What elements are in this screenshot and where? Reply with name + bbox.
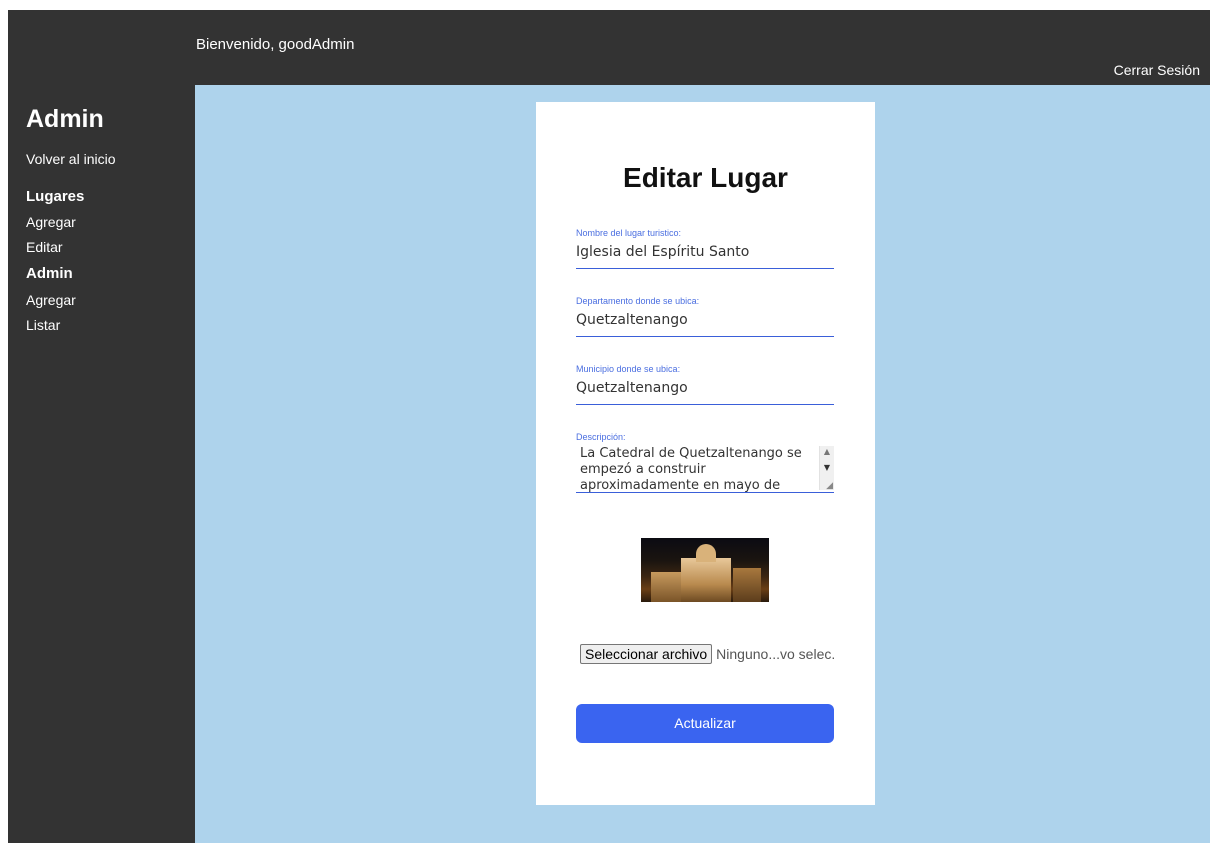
sidebar: Admin Volver al inicio Lugares Agregar E… — [8, 85, 195, 843]
municipality-field-label: Municipio donde se ubica: — [576, 364, 681, 374]
file-input[interactable]: Seleccionar archivo Ninguno...vo selec. — [580, 644, 835, 664]
sidebar-heading-admin: Admin — [26, 265, 73, 282]
municipality-input[interactable]: Quetzaltenango — [576, 380, 834, 405]
form-title: Editar Lugar — [623, 162, 788, 193]
app-frame: Bienvenido, goodAdmin Cerrar Sesión Admi… — [8, 10, 1210, 843]
resize-handle-icon[interactable]: ◢ — [826, 482, 833, 491]
top-bar: Bienvenido, goodAdmin Cerrar Sesión — [8, 10, 1210, 85]
department-field-label: Departamento donde se ubica: — [576, 296, 700, 306]
sidebar-home-link[interactable]: Volver al inicio — [26, 151, 116, 167]
sidebar-heading-lugares: Lugares — [26, 188, 85, 205]
photo-church-dome — [696, 544, 716, 562]
welcome-message: Bienvenido, goodAdmin — [196, 36, 355, 53]
choose-file-button[interactable]: Seleccionar archivo — [580, 644, 713, 664]
sidebar-item-admin-listar[interactable]: Listar — [26, 317, 60, 333]
description-field-label: Descripción: — [576, 432, 626, 442]
sidebar-item-lugares-agregar[interactable]: Agregar — [26, 214, 76, 230]
name-input[interactable]: Iglesia del Espíritu Santo — [576, 244, 834, 269]
department-input[interactable]: Quetzaltenango — [576, 312, 834, 337]
photo-church-facade — [681, 558, 731, 602]
place-photo — [641, 538, 769, 602]
file-status-text: Ninguno...vo selec. — [716, 646, 836, 662]
edit-form-card: Editar Lugar Nombre del lugar turistico:… — [536, 102, 875, 805]
sidebar-item-admin-agregar[interactable]: Agregar — [26, 292, 76, 308]
name-field-label: Nombre del lugar turistico: — [576, 228, 682, 238]
description-text: La Catedral de Quetzaltenango se empezó … — [580, 446, 802, 493]
municipality-field[interactable]: Municipio donde se ubica: Quetzaltenango — [576, 364, 834, 405]
name-field[interactable]: Nombre del lugar turistico: Iglesia del … — [576, 228, 834, 269]
department-field[interactable]: Departamento donde se ubica: Quetzaltena… — [576, 296, 834, 337]
photo-building-left — [651, 572, 681, 602]
main-content: Editar Lugar Nombre del lugar turistico:… — [195, 85, 1210, 843]
scroll-up-icon[interactable]: ▲ — [822, 448, 832, 456]
description-textarea[interactable]: La Catedral de Quetzaltenango se empezó … — [576, 446, 834, 493]
update-button[interactable]: Actualizar — [576, 704, 834, 743]
scroll-down-icon[interactable]: ▼ — [822, 464, 832, 472]
logout-link[interactable]: Cerrar Sesión — [1114, 62, 1200, 78]
description-field[interactable]: Descripción: La Catedral de Quetzaltenan… — [576, 432, 834, 493]
sidebar-title: Admin — [26, 105, 104, 133]
photo-building-right — [733, 568, 761, 602]
sidebar-item-lugares-editar[interactable]: Editar — [26, 239, 63, 255]
